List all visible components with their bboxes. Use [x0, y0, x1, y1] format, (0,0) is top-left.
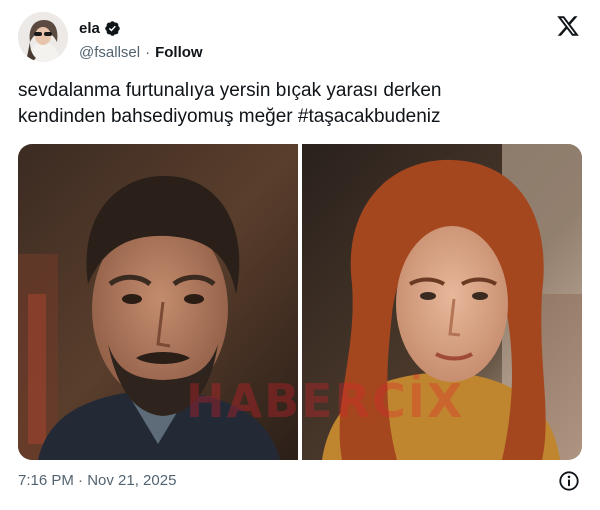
handle[interactable]: @fsallsel	[79, 44, 140, 61]
x-logo-icon[interactable]	[556, 14, 580, 38]
tweet-footer: 7:16 PM · Nov 21, 2025	[18, 470, 582, 494]
info-icon[interactable]	[558, 470, 580, 492]
tweet-header: ela @fsallsel · Follow	[18, 12, 584, 68]
tweet-text: sevdalanma furtunalıya yersin bıçak yara…	[18, 80, 442, 127]
display-name[interactable]: ela	[79, 20, 100, 37]
photo-left[interactable]	[18, 144, 298, 460]
tweet-media[interactable]: HABERCİX	[18, 144, 582, 460]
separator-dot: ·	[145, 44, 151, 61]
timestamp[interactable]: 7:16 PM · Nov 21, 2025	[18, 472, 176, 489]
avatar[interactable]	[18, 12, 68, 62]
verified-badge-icon	[105, 20, 120, 36]
follow-button[interactable]: Follow	[155, 44, 203, 61]
photo-right[interactable]	[302, 144, 582, 460]
author-names: ela @fsallsel · Follow	[79, 18, 203, 62]
